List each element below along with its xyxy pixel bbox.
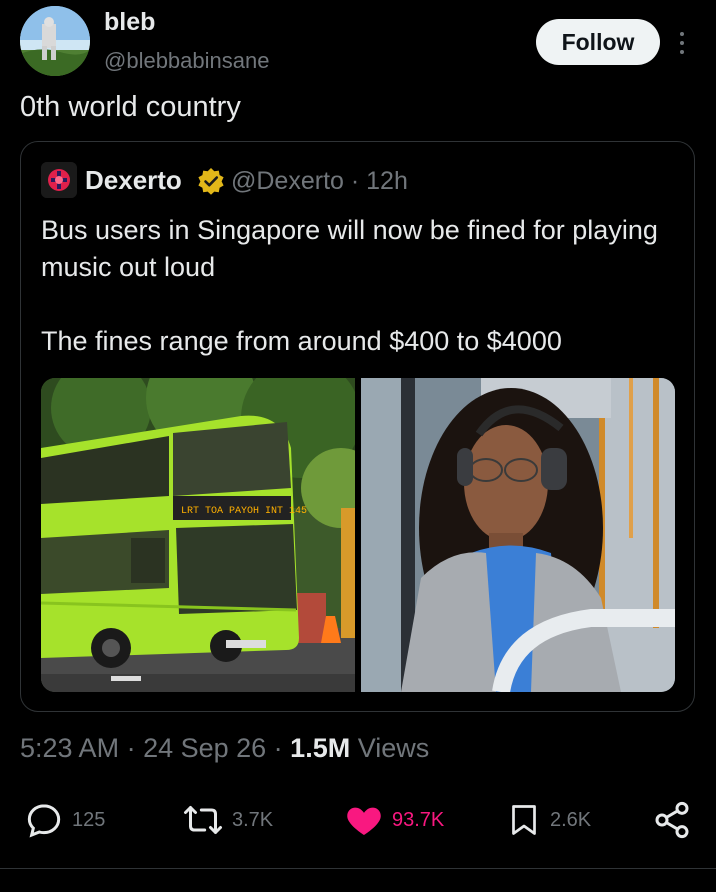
repost-icon bbox=[184, 806, 222, 834]
reply-count: 125 bbox=[72, 808, 106, 831]
bus-photo[interactable]: LRT TOA PAYOH INT 145 bbox=[41, 378, 355, 692]
quote-body: Bus users in Singapore will now be fined… bbox=[41, 212, 671, 397]
like-count: 93.7K bbox=[392, 808, 445, 831]
tweet-date[interactable]: 24 Sep 26 bbox=[143, 733, 266, 763]
follow-button[interactable]: Follow bbox=[536, 19, 660, 65]
views-count: 1.5M bbox=[290, 733, 351, 763]
bookmark-button[interactable]: 2.6K bbox=[506, 795, 591, 845]
author-display-name[interactable]: bleb bbox=[104, 8, 155, 37]
verified-badge-icon bbox=[197, 167, 225, 195]
quote-paragraph: Bus users in Singapore will now be fined… bbox=[41, 215, 658, 282]
like-button[interactable]: 93.7K bbox=[344, 795, 444, 845]
share-button[interactable] bbox=[652, 795, 692, 845]
quote-media-grid: LRT TOA PAYOH INT 145 bbox=[41, 378, 675, 692]
dexerto-logo-icon bbox=[41, 162, 77, 198]
bookmark-icon bbox=[512, 805, 536, 835]
reply-button[interactable]: 125 bbox=[24, 795, 105, 845]
tweet-text: 0th world country bbox=[20, 91, 241, 123]
bookmark-count: 2.6K bbox=[550, 808, 592, 831]
more-options-icon[interactable] bbox=[672, 28, 692, 58]
tweet-detail-page: bleb @blebbabinsane Follow 0th world cou… bbox=[0, 0, 716, 892]
passenger-photo[interactable] bbox=[361, 378, 675, 692]
avatar-image bbox=[20, 6, 90, 76]
repost-count: 3.7K bbox=[232, 808, 274, 831]
repost-button[interactable]: 3.7K bbox=[182, 795, 273, 845]
tweet-meta: 5:23 AM · 24 Sep 26 · 1.5M Views bbox=[20, 733, 429, 764]
share-icon bbox=[655, 801, 689, 839]
divider bbox=[0, 868, 716, 869]
reply-icon bbox=[27, 804, 61, 838]
quote-handle-time[interactable]: @Dexerto · 12h bbox=[231, 167, 408, 196]
views-label: Views bbox=[350, 733, 430, 763]
quote-paragraph: The fines range from around $400 to $400… bbox=[41, 326, 562, 356]
author-avatar[interactable] bbox=[20, 6, 90, 76]
meta-separator: · bbox=[266, 733, 291, 763]
bus-destination-sign: LRT TOA PAYOH INT 145 bbox=[181, 506, 307, 517]
meta-separator: · bbox=[119, 733, 144, 763]
heart-filled-icon bbox=[347, 807, 381, 835]
tweet-time[interactable]: 5:23 AM bbox=[20, 733, 119, 763]
action-bar: 125 3.7K 93.7K 2.6K bbox=[0, 795, 716, 845]
author-handle[interactable]: @blebbabinsane bbox=[104, 48, 269, 74]
quote-display-name[interactable]: Dexerto bbox=[85, 165, 182, 196]
quoted-tweet-card[interactable]: Dexerto @Dexerto · 12h Bus users in Sing… bbox=[20, 141, 695, 712]
